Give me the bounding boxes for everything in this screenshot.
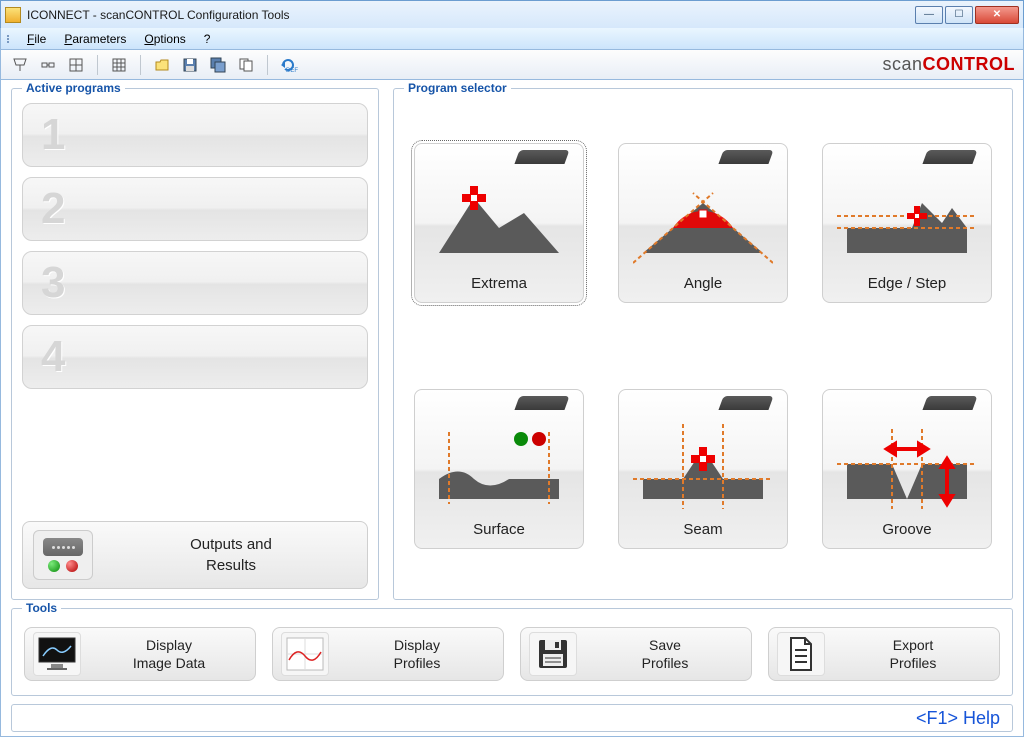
slot-number: 3 [41, 258, 65, 308]
toolbar-separator [140, 55, 141, 75]
tool-open-icon[interactable] [151, 54, 173, 76]
seam-icon [627, 410, 779, 517]
tool-saveall-icon[interactable] [207, 54, 229, 76]
slot-number: 2 [41, 184, 65, 234]
folder-tab-icon [718, 150, 773, 164]
app-icon [5, 7, 21, 23]
maximize-button[interactable] [945, 6, 973, 24]
tool-save-icon[interactable] [179, 54, 201, 76]
tool-table-icon[interactable] [108, 54, 130, 76]
tool-label: Export Profiles [835, 636, 991, 672]
svg-text:DEF: DEF [286, 68, 298, 73]
tools-row: Display Image Data Display Profiles [22, 623, 1002, 685]
folder-tab-icon [922, 396, 977, 410]
floppy-disk-icon [529, 632, 577, 676]
program-label: Angle [684, 271, 722, 296]
slot-number: 4 [41, 332, 65, 382]
program-slot-4[interactable]: 4 [22, 325, 368, 389]
program-edgestep[interactable]: Edge / Step [822, 143, 992, 303]
menu-grip-icon [7, 35, 13, 43]
outputs-icon [33, 530, 93, 580]
outputs-results-button[interactable]: Outputs and Results [22, 521, 368, 589]
upper-row: Active programs 1 2 3 4 Outputs and Resu… [11, 88, 1013, 600]
outputs-label: Outputs and Results [105, 534, 357, 576]
status-leds [48, 560, 78, 572]
program-seam[interactable]: Seam [618, 389, 788, 549]
window-controls [915, 6, 1019, 24]
minimize-button[interactable] [915, 6, 943, 24]
program-selector-group: Program selector Extrema [393, 88, 1013, 600]
tool-label: Display Image Data [91, 636, 247, 672]
program-grid: Extrema Angle [404, 103, 1002, 589]
profile-chart-icon [281, 632, 329, 676]
folder-tab-icon [922, 150, 977, 164]
menu-bar: File Parameters Options ? [0, 28, 1024, 50]
program-label: Surface [473, 517, 525, 542]
program-slot-3[interactable]: 3 [22, 251, 368, 315]
help-hint: <F1> Help [916, 708, 1000, 729]
program-slot-1[interactable]: 1 [22, 103, 368, 167]
menu-help[interactable]: ? [196, 30, 219, 48]
tools-group: Tools Display Image Data Display Profile… [11, 608, 1013, 696]
slot-number: 1 [41, 110, 65, 160]
brand-part1: scan [882, 54, 922, 74]
edgestep-icon [831, 164, 983, 271]
serial-port-icon [43, 538, 83, 556]
tool-label: Save Profiles [587, 636, 743, 672]
title-bar: ICONNECT - scanCONTROL Configuration Too… [0, 0, 1024, 28]
close-button[interactable] [975, 6, 1019, 24]
tool-copy-icon[interactable] [235, 54, 257, 76]
surface-icon [423, 410, 575, 517]
menu-parameters[interactable]: Parameters [56, 30, 134, 48]
tool-connect-icon[interactable] [37, 54, 59, 76]
tool-label: Display Profiles [339, 636, 495, 672]
led-green-icon [48, 560, 60, 572]
monitor-icon [33, 632, 81, 676]
status-bar: <F1> Help [11, 704, 1013, 732]
program-label: Groove [882, 517, 931, 542]
toolbar-separator [267, 55, 268, 75]
window-title: ICONNECT - scanCONTROL Configuration Too… [27, 8, 915, 22]
active-programs-group: Active programs 1 2 3 4 Outputs and Resu… [11, 88, 379, 600]
program-slot-2[interactable]: 2 [22, 177, 368, 241]
program-selector-legend: Program selector [404, 81, 511, 95]
program-groove[interactable]: Groove [822, 389, 992, 549]
document-icon [777, 632, 825, 676]
menu-file[interactable]: File [19, 30, 54, 48]
led-red-icon [66, 560, 78, 572]
active-programs-legend: Active programs [22, 81, 125, 95]
display-image-data-button[interactable]: Display Image Data [24, 627, 256, 681]
brand-logo: scanCONTROL [882, 54, 1015, 75]
brand-part2: CONTROL [923, 54, 1016, 74]
extrema-icon [423, 164, 575, 271]
angle-icon [627, 164, 779, 271]
tool-grid-icon[interactable] [65, 54, 87, 76]
folder-tab-icon [514, 150, 569, 164]
folder-tab-icon [514, 396, 569, 410]
program-label: Extrema [471, 271, 527, 296]
tool-reset-icon[interactable]: DEF [278, 54, 300, 76]
toolbar: DEF scanCONTROL [0, 50, 1024, 80]
display-profiles-button[interactable]: Display Profiles [272, 627, 504, 681]
program-extrema[interactable]: Extrema [414, 143, 584, 303]
client-area: Active programs 1 2 3 4 Outputs and Resu… [0, 80, 1024, 737]
program-angle[interactable]: Angle [618, 143, 788, 303]
groove-icon [831, 410, 983, 517]
tools-legend: Tools [22, 601, 61, 615]
export-profiles-button[interactable]: Export Profiles [768, 627, 1000, 681]
menu-options[interactable]: Options [136, 30, 193, 48]
program-surface[interactable]: Surface [414, 389, 584, 549]
toolbar-separator [97, 55, 98, 75]
tool-sensor-icon[interactable] [9, 54, 31, 76]
folder-tab-icon [718, 396, 773, 410]
program-label: Edge / Step [868, 271, 946, 296]
program-label: Seam [683, 517, 722, 542]
save-profiles-button[interactable]: Save Profiles [520, 627, 752, 681]
